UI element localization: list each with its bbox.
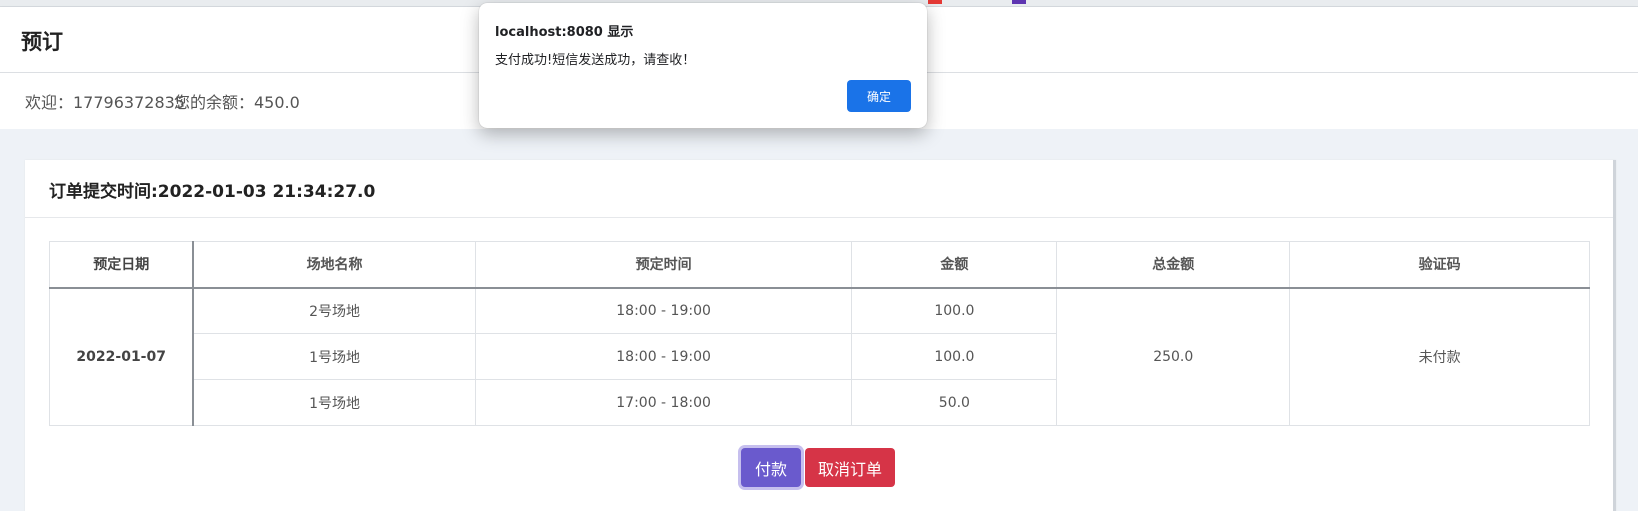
pay-button[interactable]: 付款 [741, 448, 801, 487]
column-header-date: 预定日期 [49, 241, 195, 289]
column-header-amount: 金额 [851, 241, 1058, 289]
welcome-text: 欢迎：17796372835 [25, 93, 185, 112]
time-cell: 18:00 - 19:00 [474, 287, 853, 334]
tab-marker-red [928, 0, 942, 4]
verification-code: 未付款 [1289, 287, 1590, 426]
amount-cell: 50.0 [851, 379, 1058, 426]
tab-marker-purple [1012, 0, 1026, 4]
amount-cell: 100.0 [851, 333, 1058, 380]
column-header-time: 预定时间 [474, 241, 853, 289]
total-amount: 250.0 [1056, 287, 1291, 426]
venue-cell: 2号场地 [192, 287, 476, 334]
dialog-message: 支付成功!短信发送成功，请查收！ [495, 53, 696, 68]
dialog-origin: localhost:8080 显示 [495, 25, 634, 40]
column-header-total: 总金额 [1056, 241, 1291, 289]
venue-cell: 1号场地 [192, 333, 476, 380]
order-card: 订单提交时间:2022-01-03 21:34:27.0 预定日期 场地名称 预… [25, 160, 1616, 511]
balance-text: 您的余额：450.0 [174, 93, 300, 112]
order-submit-time: 订单提交时间:2022-01-03 21:34:27.0 [49, 182, 376, 202]
order-card-header: 订单提交时间:2022-01-03 21:34:27.0 [25, 160, 1613, 218]
booking-date: 2022-01-07 [49, 287, 195, 426]
venue-cell: 1号场地 [192, 379, 476, 426]
cancel-order-button[interactable]: 取消订单 [805, 448, 895, 487]
time-cell: 18:00 - 19:00 [474, 333, 853, 380]
order-table: 预定日期 场地名称 预定时间 金额 总金额 验证码 2022-01-07 2号场… [49, 241, 1590, 426]
column-header-venue: 场地名称 [192, 241, 476, 289]
alert-dialog: localhost:8080 显示 支付成功!短信发送成功，请查收！ 确定 [479, 3, 927, 128]
amount-cell: 100.0 [851, 287, 1058, 334]
column-header-code: 验证码 [1289, 241, 1590, 289]
time-cell: 17:00 - 18:00 [474, 379, 853, 426]
order-actions: 付款 取消订单 [741, 448, 895, 487]
table-row: 2022-01-07 2号场地 18:00 - 19:00 100.0 250.… [49, 287, 1590, 426]
table-header-row: 预定日期 场地名称 预定时间 金额 总金额 验证码 [49, 241, 1590, 289]
dialog-ok-button[interactable]: 确定 [847, 80, 911, 112]
page-title: 预订 [21, 30, 63, 54]
